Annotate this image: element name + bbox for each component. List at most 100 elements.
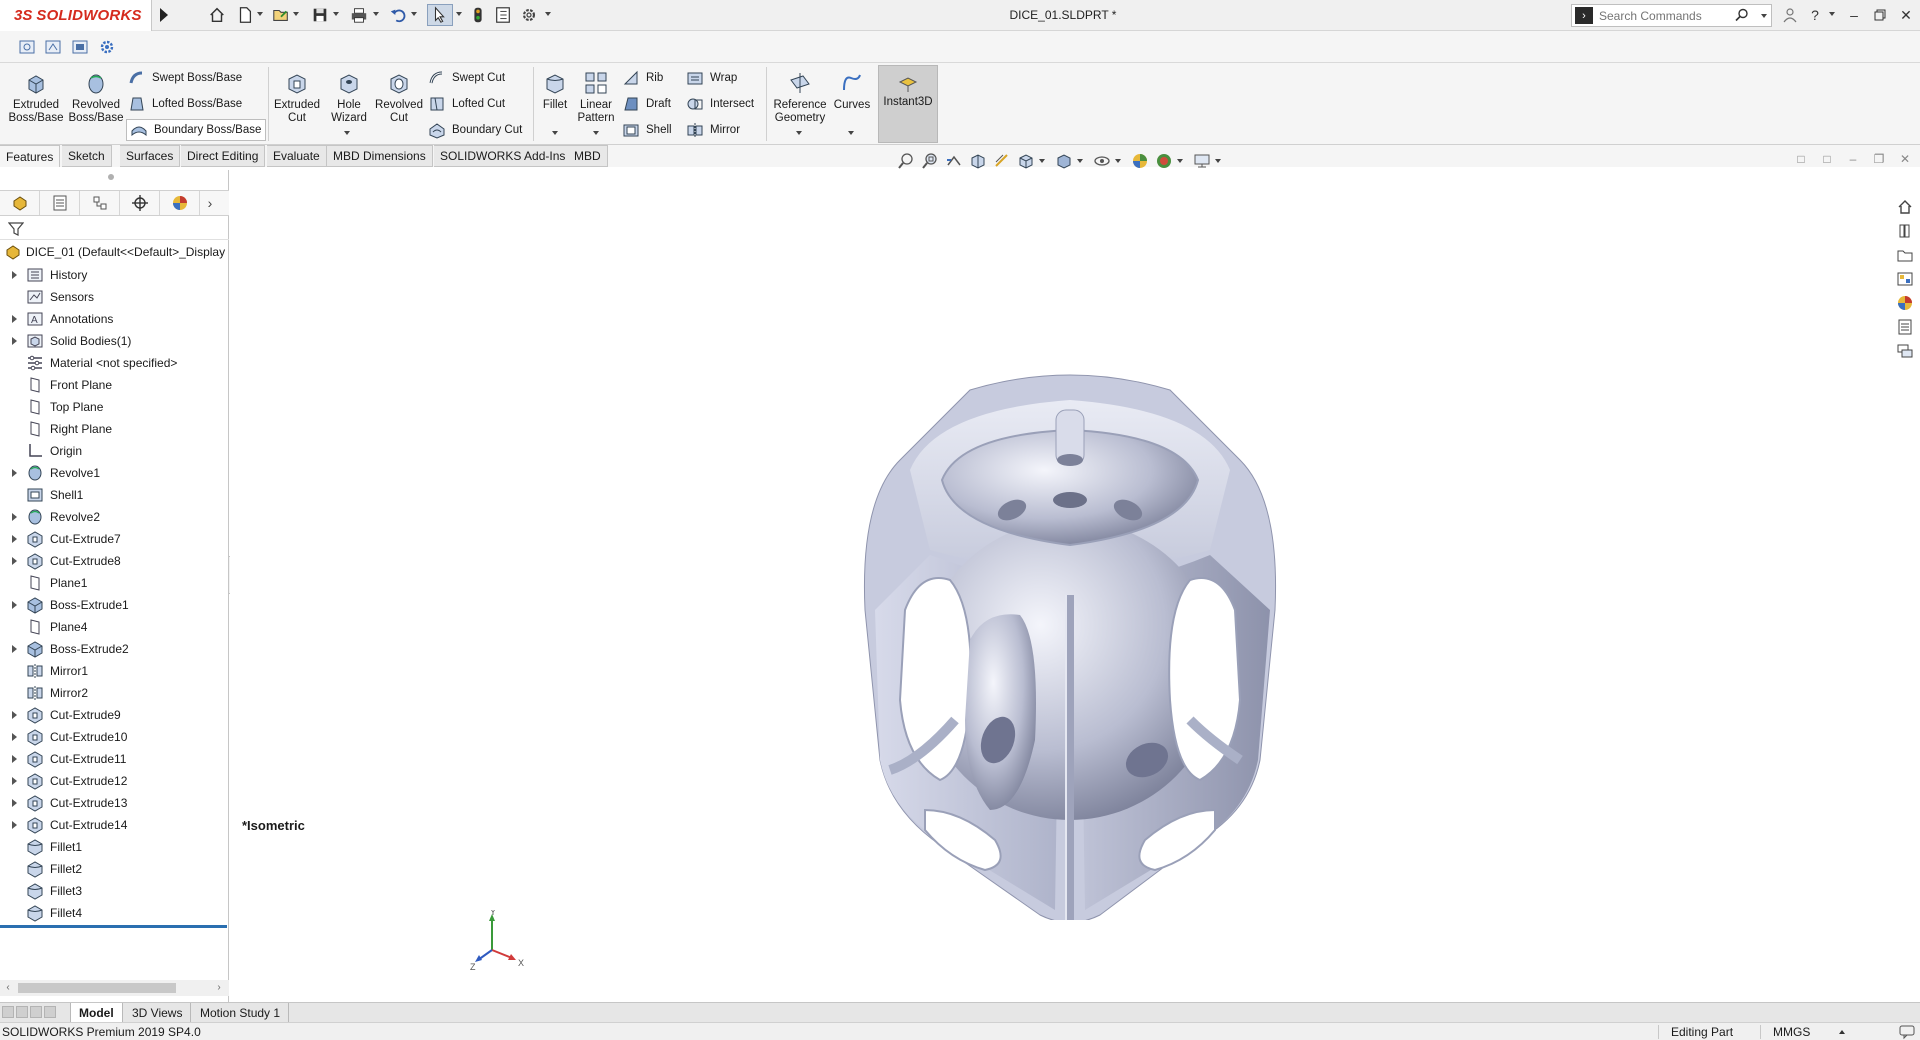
display-manager-tab-icon[interactable] [160,191,200,215]
intersect-button[interactable]: Intersect [686,93,754,115]
tree-item[interactable]: Right Plane [0,418,229,440]
tree-item[interactable]: Cut-Extrude7 [0,528,229,550]
expand-arrow-icon[interactable] [6,528,22,550]
tab-direct-editing[interactable]: Direct Editing [181,145,266,167]
tree-item[interactable]: Sensors [0,286,229,308]
search-scope-icon[interactable]: › [1575,7,1593,24]
viewport-restore-icon[interactable]: ❐ [1866,152,1892,166]
viewport-close-icon[interactable]: ✕ [1892,152,1918,166]
tree-item[interactable]: Cut-Extrude11 [0,748,229,770]
tree-item[interactable]: Solid Bodies(1) [0,330,229,352]
boundary-cut-button[interactable]: Boundary Cut [428,119,522,141]
display-style-caret-icon[interactable] [1076,157,1084,165]
tab-motion-study-1[interactable]: Motion Study 1 [192,1003,290,1022]
dynamic-annotation-icon[interactable] [990,151,1014,171]
customize-tab-icon[interactable] [71,38,89,56]
tab-surfaces[interactable]: Surfaces [120,145,181,167]
hide-show-items-icon[interactable] [1090,151,1114,171]
tab-features[interactable]: Features [0,145,61,167]
tree-root-part[interactable]: DICE_01 (Default<<Default>_Display State [0,242,229,262]
tree-item[interactable]: Mirror1 [0,660,229,682]
expand-arrow-icon[interactable] [6,704,22,726]
draft-button[interactable]: Draft [622,93,671,115]
expand-arrow-icon[interactable] [6,748,22,770]
tree-item[interactable]: Cut-Extrude13 [0,792,229,814]
tab-3d-views[interactable]: 3D Views [124,1003,192,1022]
expand-arrow-icon[interactable] [6,638,22,660]
expand-arrow-icon[interactable] [6,550,22,572]
previous-view-icon[interactable] [942,151,966,171]
revolved-cut-button[interactable]: Revolved Cut [374,67,424,125]
zoom-to-fit-icon[interactable] [894,151,918,171]
sketch-tools-icon[interactable] [18,38,36,56]
scroll-thumb[interactable] [18,983,176,993]
tab-nav-next-icon[interactable] [30,1006,42,1018]
wrap-button[interactable]: Wrap [686,67,737,89]
help-dropdown-caret-icon[interactable] [1828,10,1836,18]
user-account-icon[interactable] [1779,4,1801,26]
property-manager-tab-icon[interactable] [40,191,80,215]
expand-arrow-icon[interactable] [6,594,22,616]
viewport-prev-icon[interactable]: □ [1788,152,1814,166]
edit-appearance-icon[interactable] [1128,151,1152,171]
display-style-icon[interactable] [1052,151,1076,171]
view-settings-caret-icon[interactable] [1214,157,1222,165]
tree-item[interactable]: Boss-Extrude1 [0,594,229,616]
swept-boss-button[interactable]: Swept Boss/Base [128,67,242,89]
tree-item[interactable]: Plane1 [0,572,229,594]
hide-show-caret-icon[interactable] [1114,157,1122,165]
tree-item[interactable]: Revolve2 [0,506,229,528]
tree-filter-row[interactable] [0,218,229,240]
tree-item[interactable]: Fillet1 [0,836,229,858]
minimize-window-icon[interactable]: – [1843,4,1865,26]
tab-solidworks-addins[interactable]: SOLIDWORKS Add-Ins [434,145,573,167]
tree-item[interactable]: Cut-Extrude9 [0,704,229,726]
view-orientation-icon[interactable] [1014,151,1038,171]
appearances-scenes-icon[interactable] [1890,291,1920,315]
mirror-button[interactable]: Mirror [686,119,740,141]
rib-button[interactable]: Rib [622,67,663,89]
search-icon[interactable] [1735,8,1749,25]
boundary-boss-button[interactable]: Boundary Boss/Base [130,119,261,141]
tree-item[interactable]: Fillet2 [0,858,229,880]
tab-sketch[interactable]: Sketch [62,145,112,167]
extruded-cut-button[interactable]: Extruded Cut [270,67,324,125]
tree-item[interactable]: Fillet3 [0,880,229,902]
solidworks-resources-icon[interactable] [1890,195,1920,219]
expand-arrow-icon[interactable] [6,770,22,792]
zoom-to-area-icon[interactable] [918,151,942,171]
custom-properties-icon[interactable] [1890,315,1920,339]
command-settings-gear-icon[interactable] [98,38,116,56]
search-dropdown-caret-icon[interactable] [1761,14,1767,18]
tree-item[interactable]: History [0,264,229,286]
shell-button[interactable]: Shell [622,119,672,141]
tree-item[interactable]: A Annotations [0,308,229,330]
view-settings-monitor-icon[interactable] [1190,151,1214,171]
curves-caret-icon[interactable] [848,130,856,136]
graphics-area[interactable]: Y X Z *Isometric [230,170,1890,1002]
panel-grip-handle[interactable] [108,174,114,180]
dimxpert-manager-tab-icon[interactable] [120,191,160,215]
instant3d-button[interactable]: Instant3D [878,65,938,143]
configuration-manager-tab-icon[interactable] [80,191,120,215]
expand-arrow-icon[interactable] [6,726,22,748]
reference-geometry-caret-icon[interactable] [796,130,804,136]
status-chat-icon[interactable] [1898,1024,1916,1040]
expand-arrow-icon[interactable] [6,462,22,484]
reference-geometry-button[interactable]: Reference Geometry [770,67,830,125]
viewport-next-icon[interactable]: □ [1814,152,1840,166]
feature-manager-tab-icon[interactable] [0,191,40,215]
hole-wizard-button[interactable]: Hole Wizard [324,67,374,125]
tab-nav-last-icon[interactable] [44,1006,56,1018]
units-selector[interactable]: MMGS [1760,1025,1880,1039]
restore-window-icon[interactable] [1869,4,1891,26]
apply-scene-icon[interactable] [1152,151,1176,171]
tree-item[interactable]: Cut-Extrude8 [0,550,229,572]
tab-model[interactable]: Model [70,1003,123,1022]
tab-nav-first-icon[interactable] [2,1006,14,1018]
tree-item[interactable]: Material <not specified> [0,352,229,374]
fillet-caret-icon[interactable] [552,130,560,136]
tab-nav-prev-icon[interactable] [16,1006,28,1018]
fillet-button[interactable]: Fillet [537,67,573,112]
hole-wizard-caret-icon[interactable] [344,130,352,136]
